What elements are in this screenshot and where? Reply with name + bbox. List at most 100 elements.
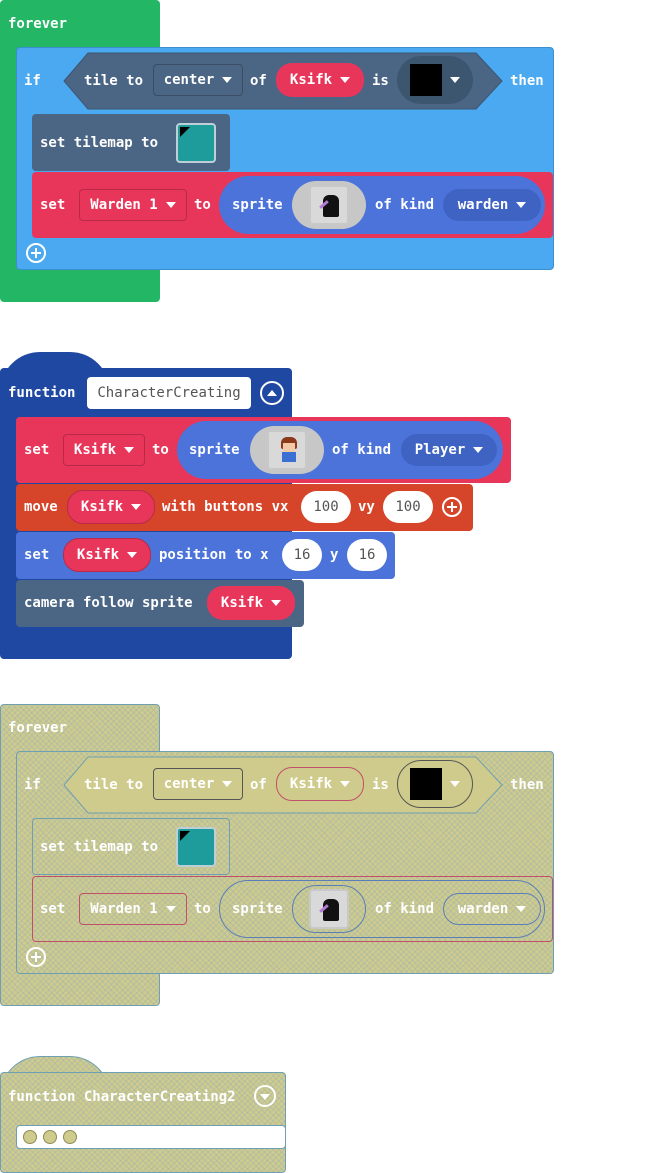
ksifk-variable-dropdown-4[interactable]: Ksifk bbox=[63, 538, 151, 572]
chevron-down-icon bbox=[450, 77, 460, 83]
function-block-2[interactable] bbox=[0, 1072, 286, 1173]
chevron-down-icon bbox=[131, 504, 142, 510]
of-kind-label-4: of kind bbox=[375, 901, 435, 917]
tilemap-corner-icon bbox=[180, 831, 190, 841]
move-label: move bbox=[24, 499, 58, 515]
center-dropdown-label: center bbox=[163, 72, 215, 88]
chevron-down-icon bbox=[516, 202, 527, 208]
player-kind-label: Player bbox=[414, 442, 466, 458]
set-tilemap-label-1: set tilemap to bbox=[40, 135, 159, 151]
y-label: y bbox=[330, 547, 339, 563]
set-label-2: set bbox=[24, 442, 50, 458]
x-input[interactable]: 16 bbox=[282, 539, 322, 571]
sprite-image-picker-disabled[interactable] bbox=[292, 885, 366, 933]
player-image-picker[interactable] bbox=[250, 426, 324, 474]
warden1-dropdown-disabled[interactable]: Warden 1 bbox=[79, 893, 187, 925]
ksifk-variable-dropdown-1[interactable]: Ksifk bbox=[276, 63, 364, 97]
set-label-3: set bbox=[24, 547, 50, 563]
function-label: function bbox=[8, 385, 76, 401]
sprite-label-4: sprite bbox=[232, 901, 283, 917]
sprite-label-1: sprite bbox=[232, 197, 283, 213]
function-name-field[interactable]: CharacterCreating bbox=[87, 377, 251, 409]
expand-icon-2[interactable] bbox=[254, 1085, 276, 1107]
chevron-down-icon bbox=[124, 447, 135, 453]
chevron-down-icon bbox=[127, 552, 138, 558]
is-label-1: is bbox=[372, 73, 389, 89]
chevron-down-icon bbox=[222, 77, 233, 83]
set-label-4: set bbox=[40, 901, 66, 917]
x-value: 16 bbox=[293, 547, 311, 563]
ksifk-dropdown-2[interactable]: Ksifk bbox=[63, 434, 145, 466]
ksifk-variable-dropdown-3[interactable]: Ksifk bbox=[67, 490, 155, 524]
vy-value: 100 bbox=[395, 499, 421, 515]
camera-follow-label: camera follow sprite bbox=[24, 595, 193, 611]
to-label-1: to bbox=[194, 197, 211, 213]
warden1-label: Warden 1 bbox=[90, 901, 158, 917]
vy-label: vy bbox=[358, 499, 375, 515]
tile-to-label-1: tile to bbox=[84, 73, 144, 89]
collapsed-content-bar[interactable] bbox=[16, 1125, 286, 1149]
to-label-2: to bbox=[152, 442, 169, 458]
center-dropdown-1[interactable]: center bbox=[153, 64, 243, 96]
warden1-label: Warden 1 bbox=[90, 197, 158, 213]
ksifk-label: Ksifk bbox=[80, 499, 124, 515]
warden-sprite-icon bbox=[309, 889, 349, 929]
position-to-x-label: position to x bbox=[159, 547, 269, 563]
y-input[interactable]: 16 bbox=[347, 539, 387, 571]
ksifk-label: Ksifk bbox=[289, 776, 333, 792]
tile-picker-1[interactable] bbox=[397, 56, 473, 104]
black-tile-swatch bbox=[410, 768, 442, 800]
warden-kind-label: warden bbox=[457, 197, 509, 213]
vx-value: 100 bbox=[313, 499, 339, 515]
expand-icon[interactable] bbox=[442, 497, 462, 517]
player-kind-dropdown[interactable]: Player bbox=[401, 434, 497, 466]
tile-to-label-3: tile to bbox=[84, 777, 144, 793]
if-label-1: if bbox=[24, 73, 41, 89]
tilemap-thumbnail-1[interactable] bbox=[176, 123, 216, 163]
chevron-down-icon bbox=[450, 781, 460, 787]
ksifk-variable-dropdown-5[interactable]: Ksifk bbox=[207, 586, 295, 620]
add-else-icon-1[interactable] bbox=[26, 243, 46, 263]
center-dropdown-3[interactable]: center bbox=[153, 768, 243, 800]
is-label-3: is bbox=[372, 777, 389, 793]
then-label-1: then bbox=[510, 73, 544, 89]
chevron-down-icon bbox=[340, 77, 351, 83]
collapse-icon[interactable] bbox=[260, 381, 284, 405]
warden1-dropdown-1[interactable]: Warden 1 bbox=[79, 189, 187, 221]
tilemap-thumbnail-disabled[interactable] bbox=[176, 827, 216, 867]
ksifk-label: Ksifk bbox=[73, 442, 117, 458]
ksifk-label: Ksifk bbox=[76, 547, 120, 563]
of-label-3: of bbox=[250, 777, 267, 793]
of-kind-label-2: of kind bbox=[332, 442, 392, 458]
to-label-4: to bbox=[194, 901, 211, 917]
forever-label-1: forever bbox=[8, 16, 68, 32]
sprite-image-picker-1[interactable] bbox=[292, 181, 366, 229]
then-label-3: then bbox=[510, 777, 544, 793]
chevron-down-icon bbox=[516, 906, 527, 912]
chevron-down-icon bbox=[222, 781, 233, 787]
set-label-1: set bbox=[40, 197, 66, 213]
with-buttons-vx-label: with buttons vx bbox=[162, 499, 289, 515]
chevron-down-icon bbox=[473, 447, 484, 453]
chevron-down-icon bbox=[165, 906, 176, 912]
warden-kind-dropdown-disabled[interactable]: warden bbox=[443, 893, 541, 925]
ksifk-label: Ksifk bbox=[289, 72, 333, 88]
tilemap-corner-icon bbox=[180, 127, 190, 137]
warden-kind-label: warden bbox=[457, 901, 509, 917]
function-name-text: CharacterCreating bbox=[97, 385, 241, 401]
add-else-icon-disabled[interactable] bbox=[26, 947, 46, 967]
warden-sprite-icon bbox=[309, 185, 349, 225]
warden-kind-dropdown-1[interactable]: warden bbox=[443, 189, 541, 221]
vy-input[interactable]: 100 bbox=[383, 491, 433, 523]
ellipsis-icon bbox=[23, 1130, 77, 1144]
y-value: 16 bbox=[358, 547, 376, 563]
function-label-2: function CharacterCreating2 bbox=[8, 1089, 236, 1105]
tile-picker-disabled[interactable] bbox=[397, 760, 473, 808]
vx-input[interactable]: 100 bbox=[301, 491, 351, 523]
chevron-down-icon bbox=[165, 202, 176, 208]
of-label-1: of bbox=[250, 73, 267, 89]
black-tile-swatch bbox=[410, 64, 442, 96]
of-kind-label-1: of kind bbox=[375, 197, 435, 213]
chevron-down-icon bbox=[340, 781, 351, 787]
ksifk-variable-dropdown-disabled[interactable]: Ksifk bbox=[276, 767, 364, 801]
